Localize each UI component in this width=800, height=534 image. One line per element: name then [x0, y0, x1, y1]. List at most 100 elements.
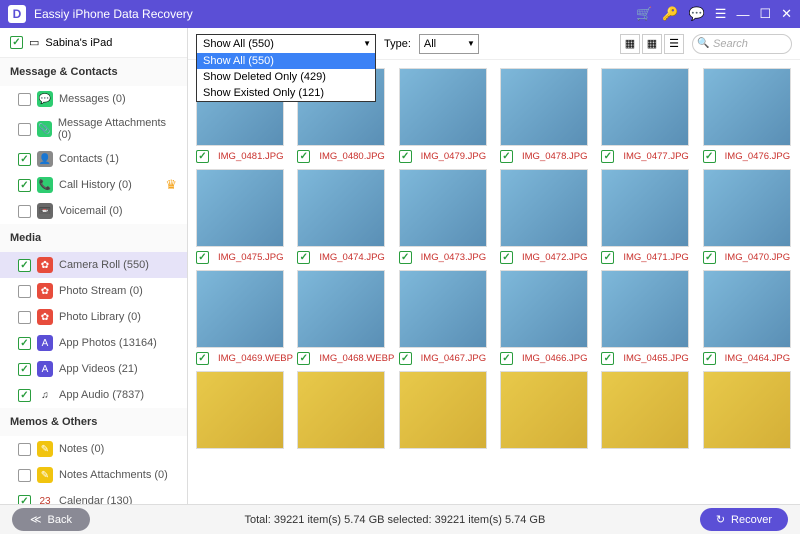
sidebar-item[interactable]: ✿Photo Stream (0) [0, 278, 187, 304]
filter-option[interactable]: Show Deleted Only (429) [197, 69, 375, 85]
status-text: Total: 39221 item(s) 5.74 GB selected: 3… [102, 514, 688, 526]
thumbnail[interactable] [399, 371, 496, 449]
sidebar-item[interactable]: 💬Messages (0) [0, 86, 187, 112]
sidebar-item[interactable]: 📎Message Attachments (0) [0, 112, 187, 146]
item-checkbox[interactable] [18, 153, 31, 166]
thumbnail[interactable]: IMG_0476.JPG [703, 68, 800, 163]
recover-button[interactable]: ↻ Recover [700, 508, 788, 531]
view-large-icon[interactable]: ▦ [620, 34, 640, 54]
thumbnail[interactable]: IMG_0472.JPG [500, 169, 597, 264]
filter-option[interactable]: Show Existed Only (121) [197, 85, 375, 101]
item-checkbox[interactable] [18, 389, 31, 402]
thumb-checkbox[interactable] [703, 352, 716, 365]
thumb-checkbox[interactable] [500, 251, 513, 264]
thumb-checkbox[interactable] [399, 150, 412, 163]
thumbnail[interactable]: IMG_0477.JPG [601, 68, 698, 163]
chat-icon[interactable]: 💬 [689, 6, 705, 22]
view-list-icon[interactable]: ☰ [664, 34, 684, 54]
item-label: Notes Attachments (0) [59, 469, 168, 481]
category-icon: ✎ [37, 467, 53, 483]
thumbnail[interactable]: IMG_0473.JPG [399, 169, 496, 264]
device-checkbox[interactable] [10, 36, 23, 49]
filter-dropdown[interactable]: Show All (550) Show All (550)Show Delete… [196, 34, 376, 54]
thumbnail[interactable] [297, 371, 394, 449]
thumbnail[interactable]: IMG_0478.JPG [500, 68, 597, 163]
thumb-checkbox[interactable] [297, 150, 310, 163]
item-checkbox[interactable] [18, 337, 31, 350]
filter-option[interactable]: Show All (550) [197, 53, 375, 69]
thumb-checkbox[interactable] [297, 352, 310, 365]
category-icon: ✿ [37, 257, 53, 273]
sidebar-item[interactable]: 📼Voicemail (0) [0, 198, 187, 224]
type-select[interactable]: All [419, 34, 479, 54]
close-icon[interactable]: ✕ [781, 6, 792, 22]
thumbnail-image [399, 68, 487, 146]
minimize-icon[interactable]: — [736, 7, 749, 22]
item-checkbox[interactable] [18, 469, 31, 482]
thumbnail[interactable]: IMG_0474.JPG [297, 169, 394, 264]
sidebar-item[interactable]: ✿Camera Roll (550) [0, 252, 187, 278]
sidebar-item[interactable]: ✎ Notes Attachments (0) [0, 462, 187, 488]
thumb-filename: IMG_0480.JPG [319, 151, 384, 162]
thumbnail[interactable] [703, 371, 800, 449]
thumb-checkbox[interactable] [500, 352, 513, 365]
thumb-checkbox[interactable] [601, 352, 614, 365]
thumbnail[interactable]: IMG_0471.JPG [601, 169, 698, 264]
cart-icon[interactable]: 🛒 [636, 6, 652, 22]
thumb-filename: IMG_0478.JPG [522, 151, 587, 162]
thumb-checkbox[interactable] [500, 150, 513, 163]
thumb-checkbox[interactable] [601, 251, 614, 264]
thumbnail[interactable] [500, 371, 597, 449]
item-checkbox[interactable] [18, 495, 31, 505]
thumb-checkbox[interactable] [703, 251, 716, 264]
maximize-icon[interactable]: ☐ [759, 6, 771, 22]
item-checkbox[interactable] [18, 93, 31, 106]
thumbnail-grid[interactable]: IMG_0481.JPGIMG_0480.JPGIMG_0479.JPGIMG_… [188, 60, 800, 504]
search-input[interactable]: Search [692, 34, 792, 54]
section-header: Message & Contacts [0, 58, 187, 86]
thumb-checkbox[interactable] [399, 352, 412, 365]
item-checkbox[interactable] [18, 443, 31, 456]
thumb-checkbox[interactable] [399, 251, 412, 264]
sidebar-item[interactable]: 👤Contacts (1) [0, 146, 187, 172]
menu-icon[interactable]: ☰ [715, 6, 727, 22]
thumbnail[interactable]: IMG_0469.WEBP [196, 270, 293, 365]
thumbnail-image [703, 68, 791, 146]
item-checkbox[interactable] [18, 179, 31, 192]
key-icon[interactable]: 🔑 [662, 6, 678, 22]
device-row[interactable]: ▭ Sabina's iPad [0, 28, 187, 58]
thumb-checkbox[interactable] [196, 352, 209, 365]
thumbnail[interactable]: IMG_0468.WEBP [297, 270, 394, 365]
item-checkbox[interactable] [18, 363, 31, 376]
sidebar-item[interactable]: 23Calendar (130) [0, 488, 187, 504]
thumb-filename: IMG_0470.JPG [725, 252, 790, 263]
thumb-checkbox[interactable] [703, 150, 716, 163]
item-checkbox[interactable] [18, 123, 31, 136]
item-checkbox[interactable] [18, 285, 31, 298]
thumb-checkbox[interactable] [601, 150, 614, 163]
item-checkbox[interactable] [18, 205, 31, 218]
item-checkbox[interactable] [18, 259, 31, 272]
sidebar-item[interactable]: ✎Notes (0) [0, 436, 187, 462]
thumbnail[interactable]: IMG_0470.JPG [703, 169, 800, 264]
thumbnail[interactable] [196, 371, 293, 449]
thumbnail[interactable]: IMG_0464.JPG [703, 270, 800, 365]
view-grid-icon[interactable]: ▦ [642, 34, 662, 54]
thumbnail[interactable]: IMG_0466.JPG [500, 270, 597, 365]
thumb-checkbox[interactable] [297, 251, 310, 264]
thumbnail[interactable]: IMG_0479.JPG [399, 68, 496, 163]
back-button[interactable]: ≪ Back [12, 508, 90, 531]
thumbnail[interactable]: IMG_0475.JPG [196, 169, 293, 264]
sidebar-item[interactable]: 📞Call History (0)♛ [0, 172, 187, 198]
thumb-checkbox[interactable] [196, 150, 209, 163]
thumbnail[interactable]: IMG_0465.JPG [601, 270, 698, 365]
sidebar-item[interactable]: ✿Photo Library (0) [0, 304, 187, 330]
item-checkbox[interactable] [18, 311, 31, 324]
thumbnail[interactable] [601, 371, 698, 449]
thumbnail[interactable]: IMG_0467.JPG [399, 270, 496, 365]
thumb-checkbox[interactable] [196, 251, 209, 264]
sidebar-item[interactable]: ♫App Audio (7837) [0, 382, 187, 408]
thumbnail-image [601, 68, 689, 146]
sidebar-item[interactable]: AApp Photos (13164) [0, 330, 187, 356]
sidebar-item[interactable]: AApp Videos (21) [0, 356, 187, 382]
